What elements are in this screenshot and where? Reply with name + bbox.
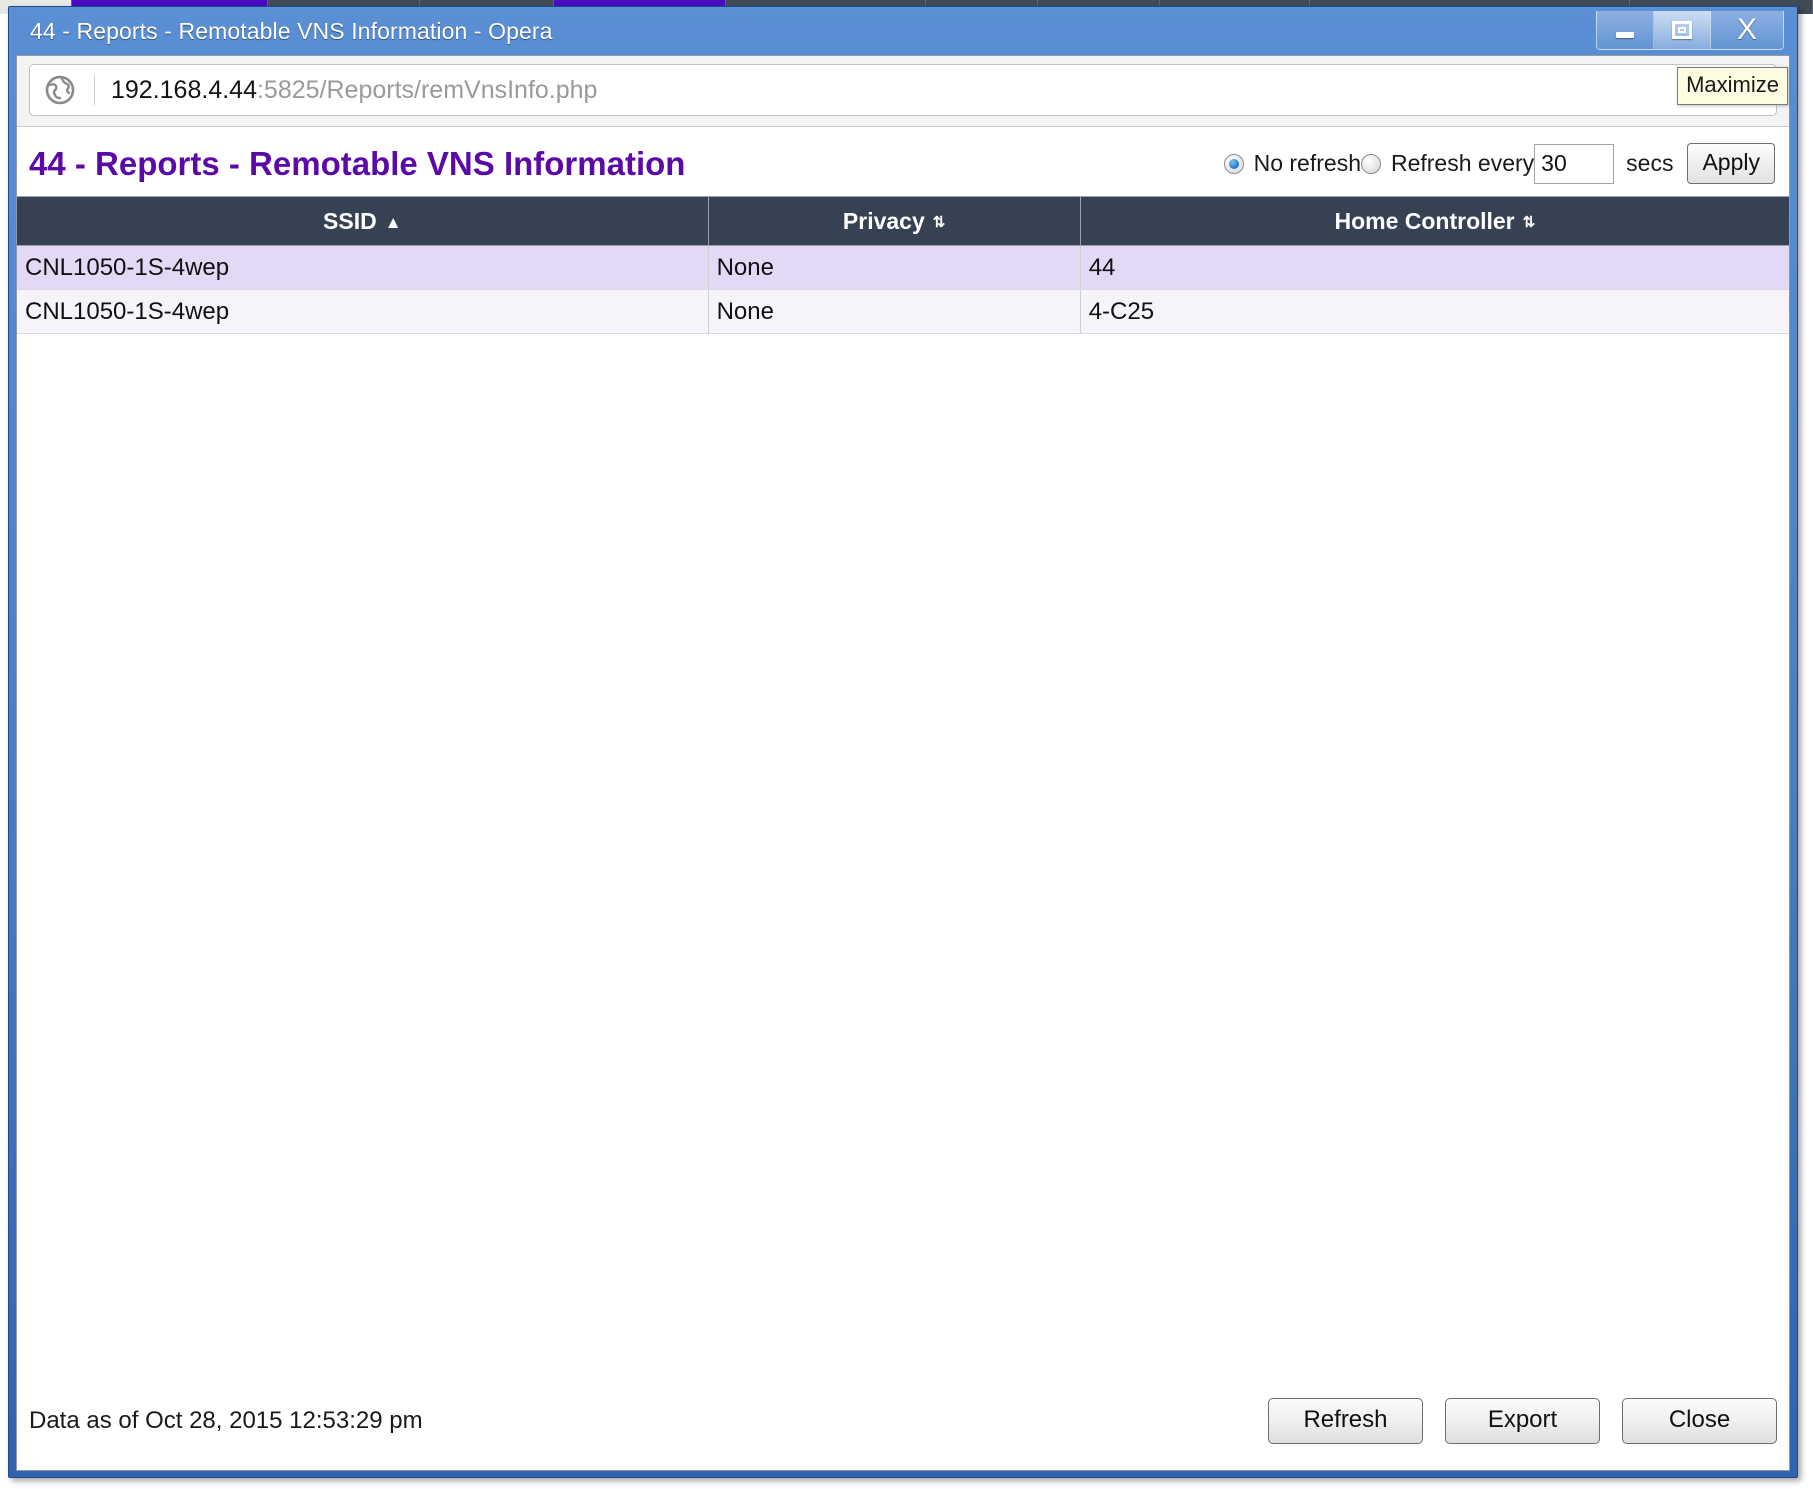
sort-none-icon: ⇅ <box>932 213 946 231</box>
refresh-button[interactable]: Refresh <box>1268 1398 1423 1444</box>
refresh-every-label[interactable]: Refresh every <box>1391 150 1534 177</box>
report-page: 44 - Reports - Remotable VNS Information… <box>17 127 1789 1470</box>
maximize-tooltip: Maximize <box>1677 67 1788 105</box>
empty-table-space <box>17 334 1789 1388</box>
cell-privacy: None <box>708 289 1081 334</box>
cell-ssid: CNL1050-1S-4wep <box>17 245 709 290</box>
cell-privacy: None <box>708 245 1081 290</box>
window-controls-group: X <box>1596 11 1784 50</box>
vns-table: SSID ▲ Privacy ⇅ Home Controller ⇅ CNL1050-… <box>17 196 1789 334</box>
export-button[interactable]: Export <box>1445 1398 1600 1444</box>
column-header-ssid[interactable]: SSID ▲ <box>17 196 709 246</box>
maximize-icon <box>1672 21 1692 39</box>
browser-client-area: 192.168.4.44:5825/Reports/remVnsInfo.php… <box>16 55 1790 1471</box>
refresh-controls: No refresh Refresh every secs Apply <box>1223 143 1775 184</box>
minimize-icon <box>1616 32 1634 38</box>
page-title: 44 - Reports - Remotable VNS Information <box>29 144 686 182</box>
column-header-ssid-label: SSID <box>323 207 377 234</box>
address-bar-divider <box>94 75 95 105</box>
report-header: 44 - Reports - Remotable VNS Information… <box>17 127 1789 196</box>
sort-none-icon: ⇅ <box>1522 213 1536 231</box>
url-host: 192.168.4.44 <box>111 75 257 104</box>
cell-home-controller: 44 <box>1080 245 1789 290</box>
url-path: :5825/Reports/remVnsInfo.php <box>256 75 598 104</box>
url-text: 192.168.4.44:5825/Reports/remVnsInfo.php <box>111 76 597 105</box>
cell-home-controller: 4-C25 <box>1080 289 1789 334</box>
address-bar-container: 192.168.4.44:5825/Reports/remVnsInfo.php <box>17 56 1789 127</box>
globe-icon <box>44 74 76 106</box>
refresh-interval-input[interactable] <box>1534 143 1615 184</box>
sort-asc-icon: ▲ <box>384 212 402 232</box>
radio-refresh-every[interactable] <box>1360 153 1381 174</box>
close-icon: X <box>1736 13 1757 46</box>
table-row[interactable]: CNL1050-1S-4wep None 4-C25 <box>17 289 1789 334</box>
secs-label: secs <box>1626 150 1674 176</box>
column-header-privacy[interactable]: Privacy ⇅ <box>708 196 1081 246</box>
data-timestamp: Data as of Oct 28, 2015 12:53:29 pm <box>29 1407 423 1434</box>
close-window-button[interactable]: X <box>1711 11 1783 49</box>
table-header-row: SSID ▲ Privacy ⇅ Home Controller ⇅ <box>17 196 1789 246</box>
report-footer: Data as of Oct 28, 2015 12:53:29 pm Refr… <box>17 1388 1789 1470</box>
footer-buttons: Refresh Export Close <box>1268 1398 1777 1444</box>
column-header-privacy-label: Privacy <box>842 207 925 234</box>
table-row[interactable]: CNL1050-1S-4wep None 44 <box>17 245 1789 290</box>
no-refresh-label[interactable]: No refresh <box>1254 150 1361 177</box>
radio-no-refresh[interactable] <box>1223 153 1244 174</box>
column-header-home-controller-label: Home Controller <box>1334 207 1515 234</box>
column-header-home-controller[interactable]: Home Controller ⇅ <box>1080 196 1789 246</box>
address-bar[interactable]: 192.168.4.44:5825/Reports/remVnsInfo.php <box>29 64 1777 116</box>
maximize-button[interactable] <box>1654 11 1711 49</box>
close-button[interactable]: Close <box>1622 1398 1777 1444</box>
window-title-bar[interactable]: 44 - Reports - Remotable VNS Information… <box>16 7 1790 105</box>
window-title: 44 - Reports - Remotable VNS Information… <box>30 17 553 44</box>
opera-browser-window: 44 - Reports - Remotable VNS Information… <box>8 6 1798 1478</box>
cell-ssid: CNL1050-1S-4wep <box>17 289 709 334</box>
minimize-button[interactable] <box>1597 11 1654 49</box>
apply-button[interactable]: Apply <box>1687 143 1775 184</box>
